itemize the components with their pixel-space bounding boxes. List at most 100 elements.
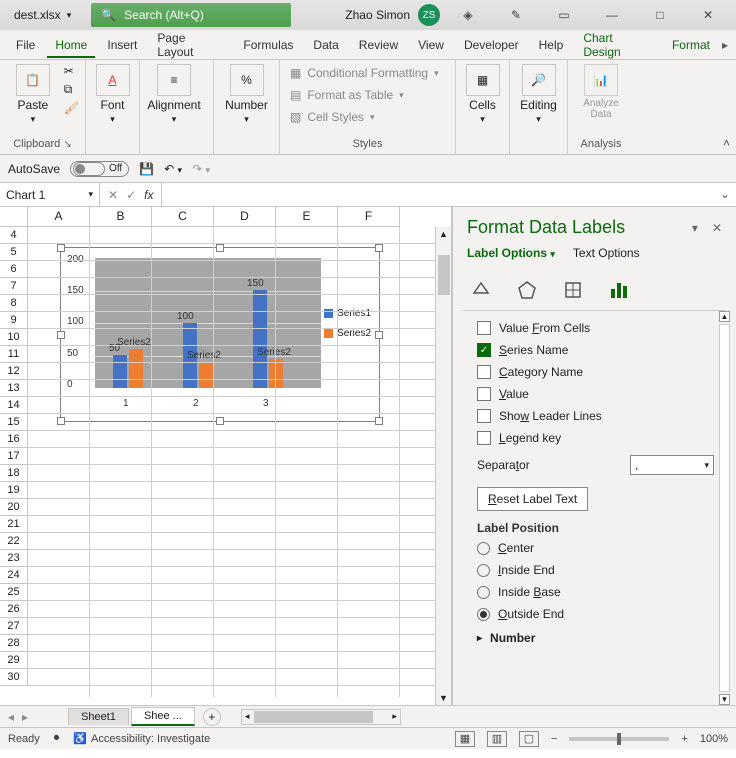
bar-s1-1[interactable]	[113, 355, 127, 388]
data-label[interactable]: Series2	[257, 347, 291, 358]
zoom-slider[interactable]	[569, 737, 669, 741]
resize-handle[interactable]	[375, 244, 383, 252]
bar-s2-1[interactable]	[129, 349, 143, 388]
sheet-tab-1[interactable]: Sheet1	[68, 708, 129, 725]
resize-handle[interactable]	[375, 417, 383, 425]
resize-handle[interactable]	[57, 331, 65, 339]
select-all-corner[interactable]	[0, 207, 28, 227]
effects-icon[interactable]	[513, 276, 541, 304]
check-lk[interactable]: Legend key	[477, 427, 722, 449]
data-label[interactable]: Series2	[117, 337, 151, 348]
horizontal-scrollbar[interactable]: ◂ ▸	[241, 709, 401, 725]
sheet-nav-prev-icon[interactable]: ◂	[0, 710, 22, 724]
tab-review[interactable]: Review	[351, 32, 406, 58]
scroll-right-icon[interactable]: ▸	[389, 711, 400, 722]
resize-handle[interactable]	[216, 244, 224, 252]
search-box[interactable]: 🔍 Search (Alt+Q)	[91, 3, 291, 27]
scroll-thumb[interactable]	[719, 324, 730, 692]
cancel-formula-icon[interactable]: ✕	[108, 188, 118, 202]
label-options-icon[interactable]	[605, 276, 633, 304]
scroll-up-icon[interactable]: ▲	[719, 311, 730, 322]
save-button[interactable]: 💾	[139, 162, 154, 176]
fx-icon[interactable]: fx	[144, 188, 153, 202]
tab-label-options[interactable]: Label Options ▾	[467, 246, 555, 260]
scroll-up-icon[interactable]: ▲	[439, 229, 448, 239]
normal-view-button[interactable]: ▦	[455, 731, 475, 747]
scroll-down-icon[interactable]: ▼	[719, 694, 730, 705]
bar-s2-2[interactable]	[199, 362, 213, 388]
scroll-left-icon[interactable]: ◂	[242, 711, 253, 722]
data-label[interactable]: 150	[247, 278, 264, 289]
col-header[interactable]: B	[90, 207, 152, 227]
radio-center[interactable]: Center	[477, 537, 722, 559]
formula-bar[interactable]	[162, 183, 713, 206]
tab-text-options[interactable]: Text Options	[573, 246, 640, 260]
tab-developer[interactable]: Developer	[456, 32, 527, 58]
resize-handle[interactable]	[375, 331, 383, 339]
scroll-thumb[interactable]	[438, 255, 450, 295]
row-header[interactable]: 11	[0, 346, 28, 363]
pane-options-icon[interactable]: ▾	[692, 221, 698, 235]
radio-ie[interactable]: Inside End	[477, 559, 722, 581]
paste-button[interactable]: 📋 Paste ▾	[6, 64, 60, 125]
row-header[interactable]: 12	[0, 363, 28, 380]
pane-scrollbar[interactable]: ▲ ▼	[717, 311, 732, 705]
row-header[interactable]: 22	[0, 533, 28, 550]
row-header[interactable]: 5	[0, 244, 28, 261]
resize-handle[interactable]	[216, 417, 224, 425]
expand-formula-icon[interactable]: ⌄	[714, 183, 736, 206]
user-avatar[interactable]: ZS	[418, 4, 440, 26]
macro-record-icon[interactable]: ⏺	[54, 732, 60, 745]
row-header[interactable]: 28	[0, 635, 28, 652]
row-header[interactable]: 6	[0, 261, 28, 278]
cut-icon[interactable]: ✂	[64, 64, 79, 78]
sheet-nav-next-icon[interactable]: ▸	[22, 710, 28, 724]
vertical-scrollbar[interactable]: ▲ ▼	[435, 227, 451, 705]
editing-dropdown[interactable]: 🔎Editing▾	[516, 64, 561, 125]
check-vfc[interactable]: Value From Cells	[477, 317, 722, 339]
enter-formula-icon[interactable]: ✓	[126, 188, 136, 202]
legend-series1[interactable]: Series1	[324, 308, 371, 319]
font-dropdown[interactable]: AFont▾	[92, 64, 133, 125]
number-dropdown[interactable]: %Number▾	[220, 64, 273, 125]
row-header[interactable]: 21	[0, 516, 28, 533]
resize-handle[interactable]	[57, 417, 65, 425]
format-painter-icon[interactable]: 🖌	[64, 101, 79, 115]
tab-file[interactable]: File	[8, 32, 43, 58]
scroll-down-icon[interactable]: ▼	[439, 693, 448, 703]
row-header[interactable]: 7	[0, 278, 28, 295]
zoom-out-button[interactable]: −	[551, 733, 557, 745]
sheet-tab-2[interactable]: Shee ...	[131, 707, 195, 726]
check-val[interactable]: Value	[477, 383, 722, 405]
tab-insert[interactable]: Insert	[99, 32, 145, 58]
check-sll[interactable]: Show Leader Lines	[477, 405, 722, 427]
col-header[interactable]: A	[28, 207, 90, 227]
tab-formulas[interactable]: Formulas	[235, 32, 301, 58]
row-header[interactable]: 27	[0, 618, 28, 635]
zoom-in-button[interactable]: +	[681, 733, 687, 745]
row-header[interactable]: 19	[0, 482, 28, 499]
fill-line-icon[interactable]	[467, 276, 495, 304]
radio-oe[interactable]: Outside End	[477, 603, 722, 625]
row-header[interactable]: 16	[0, 431, 28, 448]
collapse-ribbon-icon[interactable]: ˄	[723, 136, 730, 150]
row-header[interactable]: 18	[0, 465, 28, 482]
row-header[interactable]: 4	[0, 227, 28, 244]
row-header[interactable]: 30	[0, 669, 28, 686]
alignment-dropdown[interactable]: ≡Alignment▾	[146, 64, 202, 125]
row-header[interactable]: 15	[0, 414, 28, 431]
document-tab[interactable]: dest.xlsx ▾	[4, 6, 81, 24]
tab-help[interactable]: Help	[531, 32, 572, 58]
row-header[interactable]: 13	[0, 380, 28, 397]
pane-close-icon[interactable]: ✕	[712, 221, 722, 235]
separator-dropdown[interactable]: , ▾	[630, 455, 714, 475]
col-header[interactable]: E	[276, 207, 338, 227]
number-expander[interactable]: ▸ Number	[477, 625, 722, 651]
tab-home[interactable]: Home	[47, 32, 95, 58]
data-label[interactable]: Series2	[187, 350, 221, 361]
dialog-launcher-icon[interactable]: ↘	[63, 139, 71, 150]
tab-page-layout[interactable]: Page Layout	[149, 25, 231, 65]
row-header[interactable]: 14	[0, 397, 28, 414]
row-header[interactable]: 10	[0, 329, 28, 346]
check-cn[interactable]: Category Name	[477, 361, 722, 383]
